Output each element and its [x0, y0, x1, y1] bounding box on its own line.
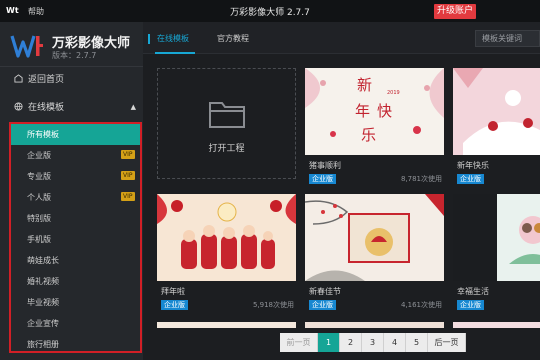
template-card[interactable]: 幸福生活 企业版 — [453, 194, 540, 314]
category-list: 所有模板 企业版 VIP 专业版 VIP 个人版 VIP 特别版 手机版 萌娃成长 婚… — [9, 122, 142, 353]
category-label: 个人版 — [27, 193, 51, 202]
tab-online-templates[interactable]: 在线模板 — [157, 33, 189, 44]
category-label: 婚礼视频 — [27, 277, 59, 286]
edition-badge: 企业版 — [309, 300, 336, 310]
category-label: 萌娃成长 — [27, 256, 59, 265]
category-item[interactable]: 毕业视频 — [11, 292, 140, 313]
template-thumbnail — [453, 68, 540, 155]
category-label: 企业宣传 — [27, 319, 59, 328]
template-thumbnail — [305, 194, 444, 281]
home-icon — [14, 74, 23, 83]
category-label: 特别版 — [27, 214, 51, 223]
svg-text:年: 年 — [355, 102, 370, 120]
edition-badge: 企业版 — [309, 174, 336, 184]
pagination: 前一页 1 2 3 4 5 后一页 — [280, 333, 466, 352]
page-button[interactable]: 2 — [340, 333, 362, 352]
edition-badge: 企业版 — [457, 174, 484, 184]
page-button[interactable]: 4 — [384, 333, 406, 352]
category-label: 专业版 — [27, 172, 51, 181]
tab-accent-marker — [148, 34, 150, 44]
nav-home[interactable]: 返回首页 — [14, 72, 64, 85]
prev-page-button[interactable]: 前一页 — [280, 333, 318, 352]
template-thumbnail — [453, 194, 540, 281]
template-card-peek — [157, 322, 296, 328]
open-project-button[interactable]: 打开工程 — [157, 68, 296, 179]
category-item[interactable]: 特别版 — [11, 208, 140, 229]
brand-logo-icon — [10, 35, 43, 58]
category-item[interactable]: 个人版 VIP — [11, 187, 140, 208]
template-name: 拜年啦 — [161, 287, 185, 296]
svg-text:快: 快 — [377, 102, 392, 120]
page-button[interactable]: 5 — [406, 333, 428, 352]
nav-home-label: 返回首页 — [28, 75, 65, 85]
vip-badge: VIP — [121, 192, 135, 201]
category-item[interactable]: 所有模板 — [11, 124, 140, 145]
svg-text:乐: 乐 — [361, 126, 376, 144]
open-project-label: 打开工程 — [208, 144, 245, 154]
folder-icon — [209, 102, 245, 128]
page-button[interactable]: 3 — [362, 333, 384, 352]
category-label: 企业版 — [27, 151, 51, 160]
template-thumbnail — [157, 194, 296, 281]
caret-up-icon[interactable]: ▲ — [131, 103, 136, 111]
tab-official-tutorials[interactable]: 官方教程 — [217, 33, 249, 44]
template-name: 猪事顺利 — [309, 161, 341, 170]
upgrade-account-button[interactable]: 升级账户 — [434, 4, 477, 19]
category-item[interactable]: 手机版 — [11, 229, 140, 250]
globe-icon — [14, 102, 23, 111]
template-card[interactable]: 新年快乐 企业版 — [453, 68, 540, 188]
usage-count: 4,161次使用 — [400, 301, 442, 309]
nav-online-label: 在线模板 — [28, 103, 65, 113]
usage-count: 5,918次使用 — [252, 301, 294, 309]
category-label: 旅行相册 — [27, 340, 59, 349]
category-item[interactable]: 企业版 VIP — [11, 145, 140, 166]
usage-count: 8,781次使用 — [400, 175, 442, 183]
template-thumbnail: 新 年 快 乐 2019 — [305, 68, 444, 155]
sidebar: 万彩影像大师 版本：2.7.7 返回首页 在线模板 ▲ 所有模板 企业版 VIP … — [0, 22, 143, 360]
tab-bar: 在线模板 官方教程 模板关键词 — [143, 22, 540, 54]
vip-badge: VIP — [121, 171, 135, 180]
next-page-button[interactable]: 后一页 — [428, 333, 466, 352]
nav-online-templates[interactable]: 在线模板 ▲ — [14, 100, 136, 113]
edition-badge: 企业版 — [457, 300, 484, 310]
thumbnail-art-text: 新 — [357, 76, 372, 94]
sidebar-divider — [0, 66, 143, 67]
category-label: 手机版 — [27, 235, 51, 244]
help-menu[interactable]: 帮助 — [28, 6, 44, 17]
edition-badge: 企业版 — [161, 300, 188, 310]
template-name: 新春佳节 — [309, 287, 341, 296]
page-button[interactable]: 1 — [318, 333, 340, 352]
brand-name: 万彩影像大师 — [52, 36, 131, 51]
category-item[interactable]: 婚礼视频 — [11, 271, 140, 292]
category-label: 毕业视频 — [27, 298, 59, 307]
title-bar: Wt 帮助 万彩影像大师 2.7.7 升级账户 — [0, 0, 540, 22]
category-item[interactable]: 企业宣传 — [11, 313, 140, 334]
category-label: 所有模板 — [27, 130, 59, 139]
svg-text:2019: 2019 — [387, 90, 400, 96]
template-name: 幸福生活 — [457, 287, 489, 296]
app-logo-icon: Wt — [6, 6, 19, 15]
version-label: 版本：2.7.7 — [52, 51, 97, 60]
category-item[interactable]: 专业版 VIP — [11, 166, 140, 187]
search-input[interactable]: 模板关键词 — [475, 30, 540, 47]
category-item[interactable]: 萌娃成长 — [11, 250, 140, 271]
template-card-peek — [453, 322, 540, 328]
category-item[interactable]: 旅行相册 — [11, 334, 140, 355]
template-name: 新年快乐 — [457, 161, 489, 170]
vip-badge: VIP — [121, 150, 135, 159]
template-card-peek — [305, 322, 444, 328]
active-tab-underline — [155, 52, 195, 54]
